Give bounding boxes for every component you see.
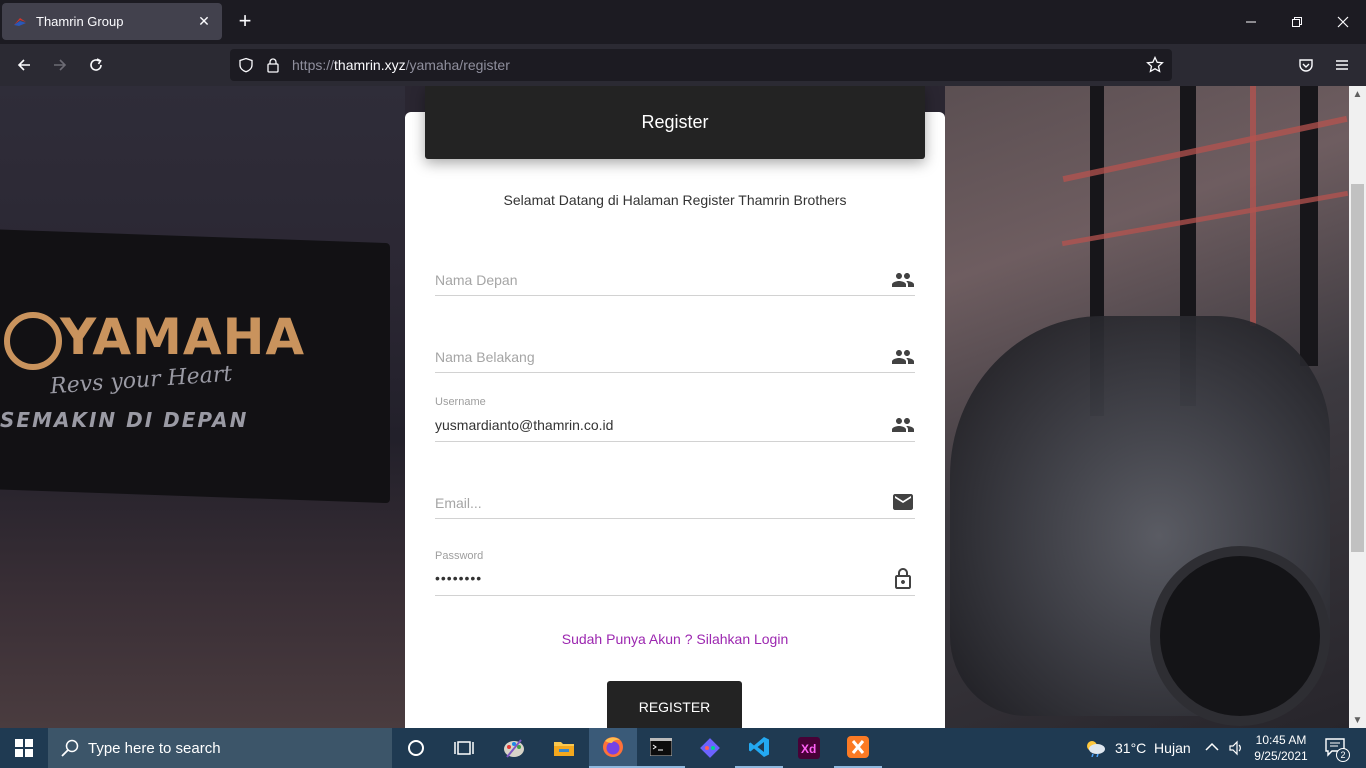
password-label: Password <box>435 550 484 562</box>
people-icon <box>892 350 914 364</box>
close-window-button[interactable] <box>1320 0 1366 44</box>
motorcycle-wheel <box>1150 546 1330 726</box>
bookmark-star-icon[interactable] <box>1146 56 1164 74</box>
arrow-left-icon <box>17 59 30 71</box>
taskbar-clock[interactable]: 10:45 AM 9/25/2021 <box>1248 732 1314 764</box>
register-title: Register <box>641 112 709 132</box>
people-icon <box>892 418 914 432</box>
url-scheme: https:// <box>292 57 335 73</box>
adobe-xd-button[interactable]: Xd <box>785 728 833 768</box>
browser-nav-bar: https://thamrin.xyz/yamaha/register <box>0 44 1366 86</box>
notification-center-button[interactable]: 2 <box>1320 736 1350 762</box>
yamaha-logo-text: YAMAHA <box>60 308 306 366</box>
pocket-icon <box>1299 59 1313 72</box>
url-path: /yamaha/register <box>405 57 510 73</box>
browser-tab-bar: Thamrin Group ✕ + <box>0 0 1366 44</box>
email-placeholder: Email... <box>435 495 482 511</box>
url-host: thamrin.xyz <box>334 57 406 73</box>
svg-text:Xd: Xd <box>801 742 816 756</box>
first-name-placeholder: Nama Depan <box>435 272 518 288</box>
taskbar-search[interactable]: Type here to search <box>48 728 392 768</box>
file-explorer-button[interactable] <box>540 728 588 768</box>
cortana-circle-icon <box>408 740 424 756</box>
username-field[interactable]: Username yusmardianto@thamrin.co.id <box>435 396 915 442</box>
lock-icon[interactable] <box>265 57 281 73</box>
new-tab-button[interactable]: + <box>234 10 256 32</box>
email-field[interactable]: Email... <box>435 473 915 519</box>
yamaha-slogan: SEMAKIN DI DEPAN <box>0 408 249 432</box>
reload-button[interactable] <box>82 51 110 79</box>
reload-icon <box>90 58 102 71</box>
back-button[interactable] <box>10 51 38 79</box>
register-button[interactable]: REGISTER <box>607 681 742 728</box>
page-viewport: YAMAHA Revs your Heart SEMAKIN DI DEPAN … <box>0 86 1349 728</box>
scroll-down-icon[interactable]: ▼ <box>1349 712 1366 728</box>
tab-title: Thamrin Group <box>36 14 124 29</box>
weather-text[interactable]: 31°C Hujan <box>1115 740 1191 756</box>
password-field[interactable]: Password •••••••• <box>435 550 915 596</box>
browser-tab[interactable]: Thamrin Group ✕ <box>2 3 222 40</box>
close-tab-icon[interactable]: ✕ <box>196 13 212 30</box>
start-button[interactable] <box>0 728 48 768</box>
password-value[interactable]: •••••••• <box>435 570 482 586</box>
last-name-field[interactable]: Nama Belakang <box>435 327 915 373</box>
arrow-right-icon <box>54 59 67 71</box>
adobe-xd-icon: Xd <box>798 737 820 759</box>
last-name-placeholder: Nama Belakang <box>435 349 535 365</box>
task-view-button[interactable] <box>440 728 488 768</box>
xampp-icon <box>847 736 869 758</box>
address-bar[interactable]: https://thamrin.xyz/yamaha/register <box>230 49 1172 81</box>
app-menu-button[interactable] <box>1328 51 1356 79</box>
hamburger-menu-icon <box>1336 60 1348 70</box>
bridge-rail <box>1250 86 1256 326</box>
clock-time: 10:45 AM <box>1255 733 1307 747</box>
pocket-button[interactable] <box>1292 51 1320 79</box>
shield-icon[interactable] <box>238 57 254 73</box>
notification-count-badge: 2 <box>1336 748 1350 762</box>
lock-open-icon <box>895 568 911 589</box>
weather-rain-icon[interactable] <box>1084 739 1106 757</box>
terminal-button[interactable] <box>637 728 685 768</box>
cortana-button[interactable] <box>392 728 440 768</box>
forward-button[interactable] <box>46 51 74 79</box>
git-diamond-icon <box>700 738 720 758</box>
palette-icon <box>504 739 524 758</box>
windows-logo-icon <box>15 739 33 757</box>
scroll-up-icon[interactable]: ▲ <box>1349 86 1366 102</box>
restore-window-button[interactable] <box>1274 0 1320 44</box>
people-icon <box>892 273 914 287</box>
terminal-icon <box>650 738 672 756</box>
yamaha-emblem-icon <box>4 312 62 370</box>
windows-taskbar: Type here to search Xd 31°C Hujan 10:45 … <box>0 728 1366 768</box>
minimize-window-button[interactable] <box>1228 0 1274 44</box>
login-link[interactable]: Sudah Punya Akun ? Silahkan Login <box>405 631 945 647</box>
firefox-icon <box>603 737 623 757</box>
username-label: Username <box>435 396 486 408</box>
search-icon <box>61 739 79 757</box>
minimize-icon <box>1246 21 1256 23</box>
firefox-taskbar-button[interactable] <box>589 728 637 768</box>
chevron-up-icon[interactable] <box>1205 742 1219 752</box>
url-text[interactable]: https://thamrin.xyz/yamaha/register <box>292 57 510 73</box>
speaker-icon[interactable] <box>1228 740 1244 756</box>
site-favicon-icon <box>14 17 26 26</box>
scrollbar-thumb[interactable] <box>1351 184 1364 552</box>
register-card-header: Register <box>425 86 925 159</box>
first-name-field[interactable]: Nama Depan <box>435 250 915 296</box>
git-app-button[interactable] <box>686 728 734 768</box>
task-view-icon <box>454 741 474 755</box>
clock-date: 9/25/2021 <box>1254 749 1308 763</box>
close-icon <box>1337 16 1349 28</box>
welcome-text: Selamat Datang di Halaman Register Thamr… <box>503 192 847 208</box>
paint-app-button[interactable] <box>490 728 538 768</box>
mail-icon <box>893 494 913 510</box>
search-placeholder: Type here to search <box>88 739 221 757</box>
restore-icon <box>1292 17 1302 27</box>
folder-icon <box>554 742 574 756</box>
xampp-button[interactable] <box>834 728 882 768</box>
vscode-icon <box>749 737 769 757</box>
username-value[interactable]: yusmardianto@thamrin.co.id <box>435 417 613 433</box>
vscode-button[interactable] <box>735 728 783 768</box>
